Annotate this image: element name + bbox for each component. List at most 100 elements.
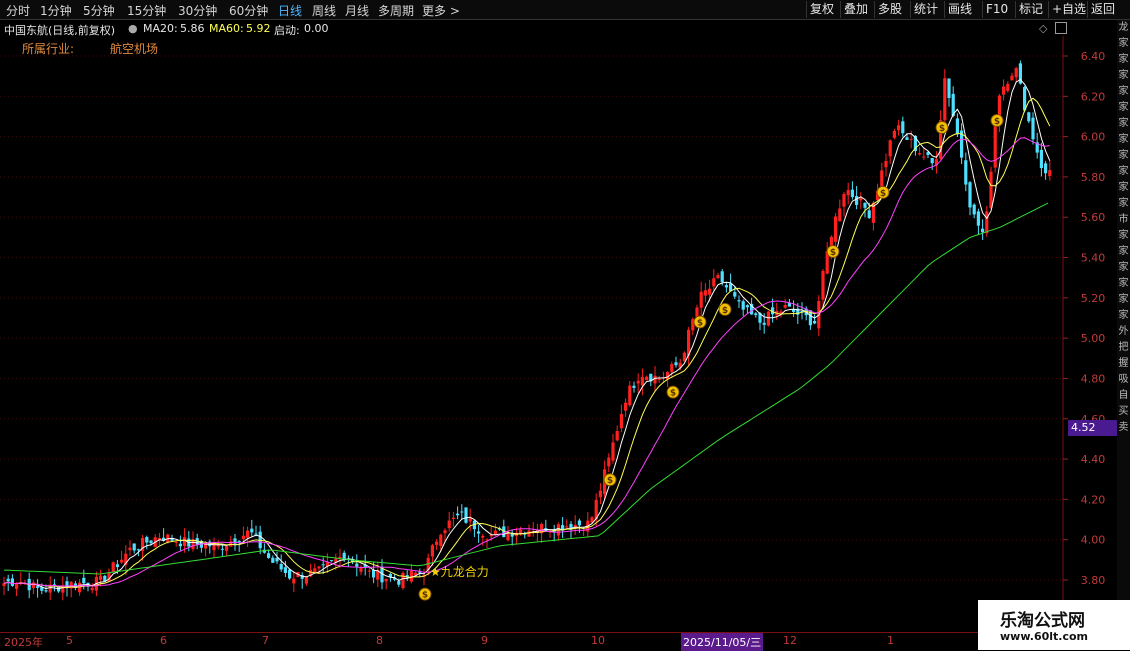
ma60-value: 5.92 [246, 22, 271, 35]
x-tick-label: 1 [887, 634, 894, 647]
candle-body [989, 171, 993, 209]
candle-body [401, 572, 405, 589]
f10-button[interactable]: F10 [982, 1, 1011, 18]
candlestick-chart[interactable]: 3.804.004.204.404.604.805.005.205.405.60… [0, 36, 1117, 632]
candle-body [842, 193, 846, 207]
candle-body [708, 288, 712, 295]
tab-5min[interactable]: 5分钟 [83, 2, 115, 19]
candle-body [460, 511, 464, 513]
tab-monthly[interactable]: 月线 [345, 2, 369, 19]
candle-body [61, 585, 65, 593]
candle-body [220, 548, 224, 550]
overlay-button[interactable]: 叠加 [840, 1, 871, 18]
candle-body [724, 285, 728, 288]
candle-body [968, 182, 972, 208]
candle-body [909, 138, 913, 140]
candle-body [174, 541, 178, 543]
side-panel-char: 外 [1118, 326, 1129, 337]
candle-body [628, 385, 632, 406]
candle-body [132, 543, 136, 551]
candle-body [481, 535, 485, 538]
side-panel-char: 家 [1118, 198, 1129, 209]
candle-body [1002, 86, 1006, 95]
candle-body [645, 376, 649, 381]
y-tick-label: 6.20 [1081, 90, 1106, 103]
candle-body [918, 153, 922, 155]
side-panel-char: 家 [1118, 294, 1129, 305]
candle-body [178, 543, 182, 547]
tab-60min[interactable]: 60分钟 [229, 2, 268, 19]
side-panel-char: 自 [1118, 390, 1129, 401]
back-button[interactable]: 返回 [1087, 1, 1118, 18]
candle-body [850, 189, 854, 197]
y-tick-label: 3.80 [1081, 574, 1106, 587]
candle-body [930, 157, 934, 164]
candle-body [976, 211, 980, 226]
draw-line-button[interactable]: 画线 [944, 1, 975, 18]
candle-body [279, 564, 283, 570]
candle-body [880, 170, 884, 187]
candle-body [972, 204, 976, 215]
candle-body [317, 566, 321, 569]
ma10-line [3, 97, 1051, 589]
candle-body [288, 569, 292, 579]
candle-body [577, 520, 581, 526]
candle-body [607, 457, 611, 467]
candle-body [447, 520, 451, 529]
candle-body [1031, 117, 1035, 140]
tab-weekly[interactable]: 周线 [312, 2, 336, 19]
tab-fenshi[interactable]: 分时 [6, 2, 30, 19]
x-tick-label: 9 [481, 634, 488, 647]
y-tick-label: 5.20 [1081, 292, 1106, 305]
indicator-info-bar: 中国东航(日线,前复权) ● MA20: 5.86 MA60: 5.92 启动:… [0, 20, 1060, 37]
candle-body [863, 202, 867, 208]
candle-body [246, 530, 250, 538]
tab-more[interactable]: 更多 > [422, 2, 460, 19]
diamond-icon[interactable]: ◇ [1039, 22, 1047, 35]
add-watchlist-button[interactable]: +自选 [1048, 1, 1089, 18]
multi-stock-button[interactable]: 多股 [874, 1, 905, 18]
x-tick-label: 2025年 [4, 636, 43, 649]
window-toggle-icon[interactable] [1055, 22, 1067, 34]
candle-body [884, 160, 888, 168]
candle-body [321, 564, 325, 566]
candle-body [695, 307, 699, 317]
mark-button[interactable]: 标记 [1015, 1, 1046, 18]
tab-15min[interactable]: 15分钟 [127, 2, 166, 19]
tab-multi-period[interactable]: 多周期 [378, 2, 414, 19]
money-bag-symbol: $ [422, 591, 428, 601]
money-bag-symbol: $ [880, 189, 886, 199]
settings-circle-icon[interactable]: ● [128, 22, 138, 35]
statistics-button[interactable]: 统计 [910, 1, 941, 18]
candle-body [338, 556, 342, 558]
tab-1min[interactable]: 1分钟 [40, 2, 72, 19]
money-bag-symbol: $ [994, 117, 1000, 127]
x-tick-label: 6 [160, 634, 167, 647]
side-panel-char: 家 [1118, 134, 1129, 145]
side-panel-char: 卖 [1118, 422, 1129, 433]
side-panel-char: 家 [1118, 150, 1129, 161]
candle-body [451, 517, 455, 520]
fuquan-button[interactable]: 复权 [806, 1, 837, 18]
side-panel-char: 吸 [1118, 374, 1129, 385]
side-panel-char: 家 [1118, 166, 1129, 177]
tab-30min[interactable]: 30分钟 [178, 2, 217, 19]
candle-body [359, 567, 363, 572]
right-side-panel: 龙家家家家家家家家家家家市家家家家家家外把握吸自买卖 [1117, 20, 1130, 632]
candle-body [762, 322, 766, 325]
tab-daily[interactable]: 日线 [278, 2, 302, 19]
y-tick-label: 4.40 [1081, 453, 1106, 466]
candle-body [565, 526, 569, 528]
candle-body [674, 362, 678, 366]
money-bag-symbol: $ [697, 319, 703, 329]
period-toolbar: 分时 1分钟 5分钟 15分钟 30分钟 60分钟 日线 周线 月线 多周期 更… [0, 0, 1130, 20]
y-tick-label: 4.80 [1081, 372, 1106, 385]
candle-body [657, 378, 661, 380]
money-bag-symbol: $ [722, 306, 728, 316]
candle-body [241, 535, 245, 540]
y-tick-label: 5.40 [1081, 252, 1106, 265]
side-panel-char: 家 [1118, 102, 1129, 113]
candle-body [355, 563, 359, 567]
candle-body [712, 278, 716, 287]
side-panel-char: 家 [1118, 182, 1129, 193]
